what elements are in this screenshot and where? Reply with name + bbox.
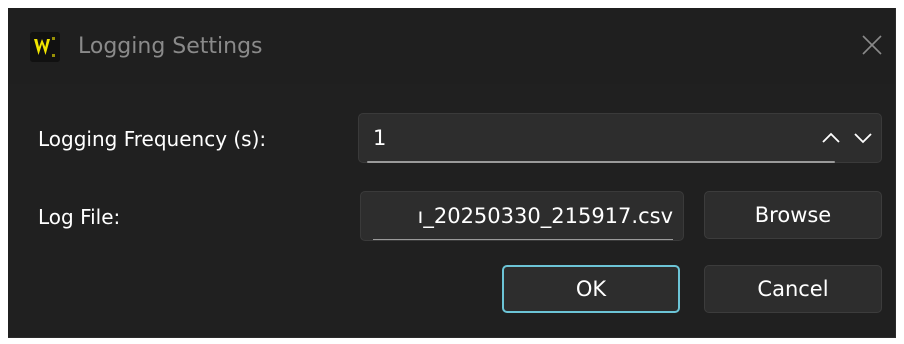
logging-frequency-spinbox[interactable]: 1 (358, 113, 882, 163)
file-underline (373, 239, 673, 240)
log-file-value[interactable]: ı_20250330_215917.csv (418, 202, 673, 230)
spin-down-button[interactable] (849, 124, 877, 152)
log-file-label: Log File: (38, 205, 121, 229)
log-file-input[interactable]: ı_20250330_215917.csv (360, 191, 684, 241)
chevron-down-icon (854, 133, 872, 144)
chevron-up-icon (822, 132, 840, 143)
w-logo-icon (30, 32, 60, 62)
title-bar[interactable]: Logging Settings (8, 8, 895, 84)
close-icon (862, 35, 882, 55)
dialog-title: Logging Settings (78, 34, 263, 59)
ok-button[interactable]: OK (502, 265, 680, 313)
logging-settings-dialog: Logging Settings Logging Frequency (s): … (8, 8, 896, 338)
cancel-button[interactable]: Cancel (704, 265, 882, 313)
spin-up-button[interactable] (817, 124, 845, 152)
logging-frequency-label: Logging Frequency (s): (38, 127, 267, 151)
close-button[interactable] (847, 22, 895, 68)
logging-frequency-value[interactable]: 1 (373, 124, 386, 152)
browse-button[interactable]: Browse (704, 191, 882, 239)
spin-underline (367, 161, 835, 163)
